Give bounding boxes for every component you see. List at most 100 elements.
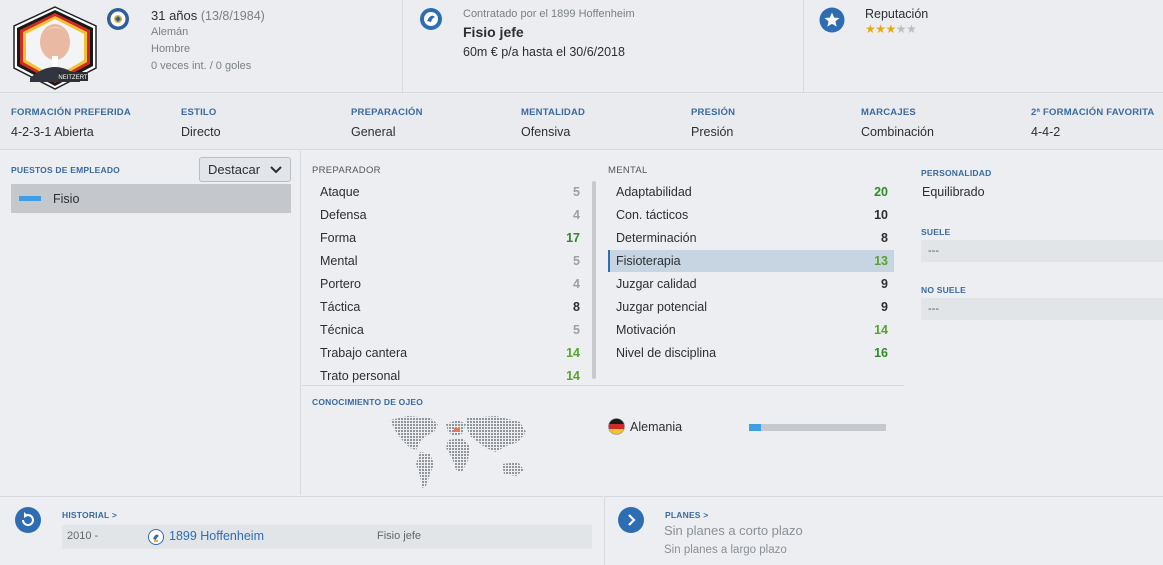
attribute-name: Portero [320,277,361,291]
attribute-value: 5 [573,254,580,268]
history-title: HISTORIAL [62,510,110,520]
attribute-value: 13 [874,254,888,268]
attribute-row[interactable]: Trabajo cantera 14 [312,342,586,364]
germany-flag-icon [608,418,625,435]
personality-value: Equilibrado [922,185,985,199]
plans-title: PLANES [665,510,701,520]
short-term-plans: Sin planes a corto plazo [664,523,803,538]
attribute-name: Adaptabilidad [616,185,692,199]
attribute-name: Fisioterapia [616,254,681,268]
attribute-row[interactable]: Nivel de disciplina 16 [608,342,894,364]
tactic-label: MARCAJES [861,107,916,118]
club-logo-icon [420,8,442,30]
personality-panel [905,151,1163,495]
photo-nameplate: NEITZERT [58,75,88,81]
attribute-row[interactable]: Adaptabilidad 20 [608,181,894,203]
birthdate: (13/8/1984) [200,9,265,23]
history-years: 2010 - [67,530,99,542]
attribute-name: Forma [320,231,357,245]
dislikes-value: --- [921,298,1163,320]
positions-title: PUESTOS DE EMPLEADO [11,165,120,175]
plans-button[interactable] [618,507,644,533]
attribute-value: 8 [573,300,580,314]
star-empty-icon: ★ [906,22,917,36]
attribute-row[interactable]: Portero 4 [312,273,586,295]
mental-title: MENTAL [608,165,648,176]
attribute-value: 5 [573,185,580,199]
reputation-label: Reputación [865,7,929,21]
tactic-value: 4-4-2 [1031,125,1061,139]
history-row[interactable]: 2010 - 1899 Hoffenheim Fisio jefe [62,525,592,549]
history-button[interactable] [15,507,41,533]
staff-profile: NEITZERT 31 años (13/8/1984) Alemán Homb… [0,0,1163,565]
history-club-link[interactable]: 1899 Hoffenheim [169,529,264,543]
history-chevron: > [111,510,118,520]
attribute-row[interactable]: Táctica 8 [312,296,586,318]
reputation-stars: ★★★★★ [865,22,917,36]
star-icon [819,7,845,33]
attribute-name: Trato personal [320,369,401,383]
highlight-dropdown[interactable]: Destacar [199,157,291,182]
attribute-row[interactable]: Forma 17 [312,227,586,249]
wage-contract: 60m € p/a hasta el 30/6/2018 [463,45,625,59]
position-item[interactable]: Fisio [11,184,291,213]
plans-chevron: > [703,510,709,520]
attribute-name: Mental [320,254,358,268]
attribute-name: Táctica [320,300,361,314]
attribute-row[interactable]: Mental 5 [312,250,586,272]
attribute-row[interactable]: Técnica 5 [312,319,586,341]
history-title-link[interactable]: HISTORIAL > [62,510,117,520]
international-caps: 0 veces int. / 0 goles [151,60,252,72]
attribute-row[interactable]: Trato personal 14 [312,365,586,387]
attribute-name: Juzgar calidad [616,277,697,291]
federation-badge-icon [107,8,129,30]
dropdown-label: Destacar [208,162,261,177]
attribute-value: 17 [566,231,580,245]
attribute-row[interactable]: Determinación 8 [608,227,894,249]
attribute-value: 16 [874,346,888,360]
attribute-row[interactable]: Motivación 14 [608,319,894,341]
tactic-label: PRESIÓN [691,107,736,118]
attribute-row[interactable]: Fisioterapia 13 [608,250,894,272]
attribute-name: Con. tácticos [616,208,689,222]
likes-title: SUELE [921,227,951,237]
age: 31 años [151,8,198,23]
dislikes-title: NO SUELE [921,285,967,295]
staff-photo: NEITZERT [13,6,97,90]
attribute-value: 4 [573,277,580,291]
likes-value: --- [921,240,1163,262]
attribute-value: 4 [573,208,580,222]
attribute-name: Ataque [320,185,360,199]
scouted-country: Alemania [630,420,683,434]
attribute-row[interactable]: Juzgar potencial 9 [608,296,894,318]
coaching-scrollbar[interactable] [592,181,596,379]
attribute-value: 14 [566,369,580,383]
tactic-value: Combinación [861,125,934,139]
attribute-value: 14 [566,346,580,360]
chevron-right-icon [628,514,636,526]
tactic-value: Presión [691,125,734,139]
attribute-value: 10 [874,208,888,222]
attribute-name: Motivación [616,323,676,337]
tactics-band [0,94,1163,150]
tactic-value: General [351,125,396,139]
scouting-knowledge-fill [749,424,762,431]
attribute-row[interactable]: Juzgar calidad 9 [608,273,894,295]
star-filled-icon: ★ [885,22,897,36]
attribute-value: 9 [881,277,888,291]
attribute-row[interactable]: Ataque 5 [312,181,586,203]
tactic-value: Ofensiva [521,125,571,139]
scouting-knowledge-bar [749,424,886,431]
tactic-label: MENTALIDAD [521,107,586,118]
club-badge-icon [148,529,164,545]
attribute-name: Técnica [320,323,364,337]
attribute-name: Nivel de disciplina [616,346,717,360]
nationality: Alemán [151,26,189,38]
plans-title-link[interactable]: PLANES > [665,510,708,520]
tactic-label: FORMACIÓN PREFERIDA [11,107,131,118]
tactic-label: ESTILO [181,107,217,118]
tactic-value: Directo [181,125,221,139]
attribute-row[interactable]: Defensa 4 [312,204,586,226]
attribute-row[interactable]: Con. tácticos 10 [608,204,894,226]
tactic-label: 2ª FORMACIÓN FAVORITA [1031,107,1155,118]
